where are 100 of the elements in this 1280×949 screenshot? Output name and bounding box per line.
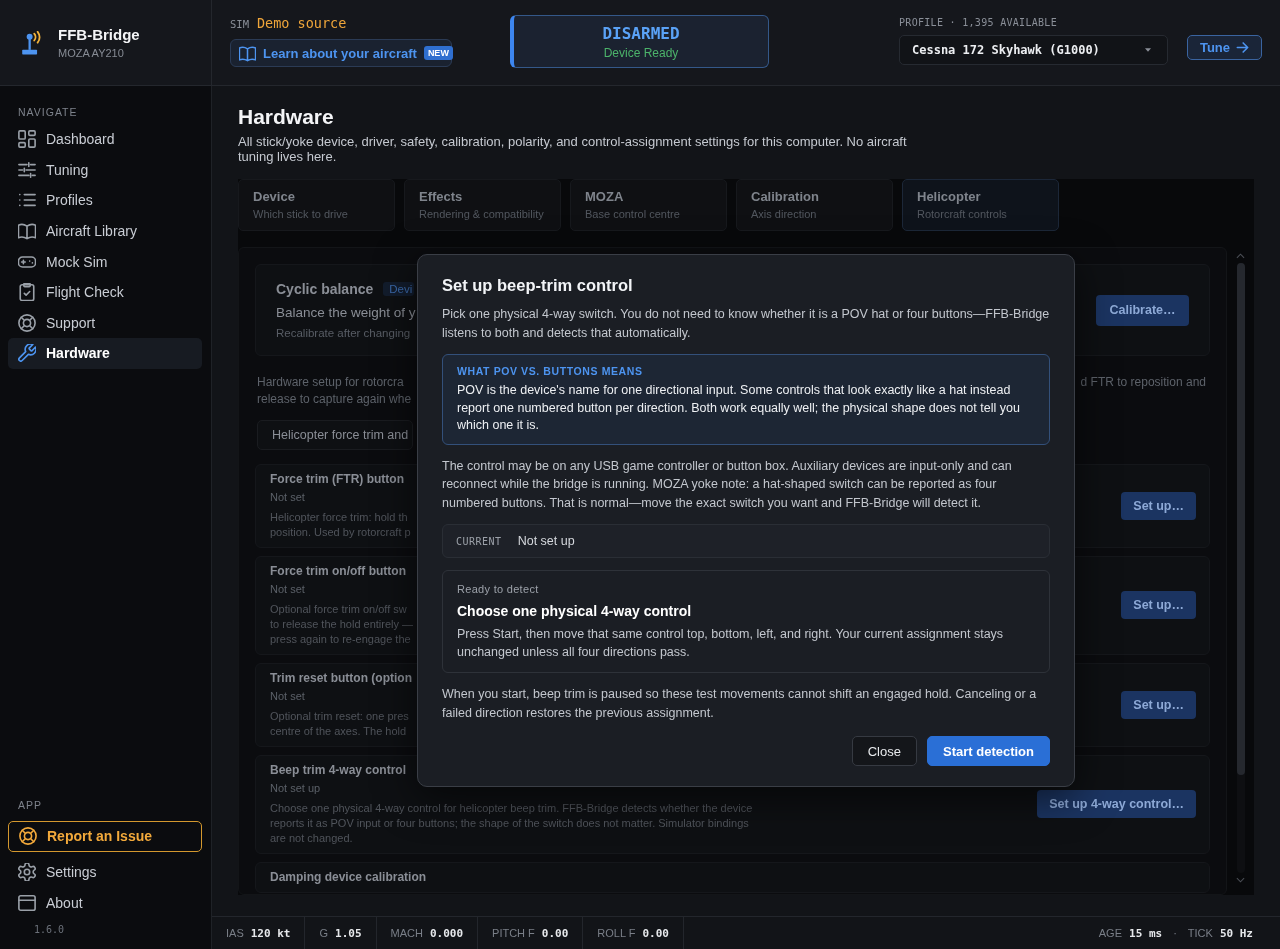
telemetry-label: ROLL F — [597, 927, 636, 939]
nav-item[interactable]: Hardware — [8, 338, 202, 369]
telemetry-label: G — [319, 927, 329, 939]
sim-source: Demo source — [256, 15, 347, 31]
scroll-down-icon[interactable] — [1236, 877, 1245, 883]
app-name: FFB-Bridge — [58, 25, 140, 43]
current-value: Not set up — [517, 534, 575, 548]
detect-status: Ready to detect — [457, 582, 539, 596]
page-description: All stick/yoke device, driver, safety, calibration, polarity, and control-assignment settings for this computer. No aircraft tuning lives here. — [238, 134, 908, 164]
telemetry-value: 0.00 — [642, 926, 669, 940]
current-label: CURRENT — [456, 535, 502, 547]
settings-icon — [18, 863, 36, 882]
nav-item[interactable]: Mock Sim — [8, 246, 202, 277]
device-name: MOZA AY210 — [58, 46, 124, 60]
dialog-text: The control may be on any USB game controller or button box. Auxiliary devices are input-only and can reconnect while the bridge is running. MOZA yoke note: a hat-shaped switch can be reported as four numbered buttons. That is normal—move the exact switch you want and FFB-Bridge will detect it. — [442, 457, 1013, 512]
card-tag: Devi — [383, 282, 415, 296]
tab[interactable]: Device Which stick to drive — [238, 179, 395, 231]
setting-title: Damping device calibration — [270, 869, 427, 885]
setting-status: Not set up — [270, 781, 321, 795]
intro-text: Hardware setup for rotorcra release to capture again whe — [257, 374, 412, 408]
setting-status: Not set — [270, 689, 305, 703]
arm-state: DISARMED — [602, 23, 680, 43]
tab[interactable]: MOZA Base control centre — [570, 179, 727, 231]
sliders-icon — [18, 160, 36, 179]
book-icon — [18, 222, 36, 241]
setup-button[interactable]: Set up 4-way control… — [1037, 790, 1196, 818]
scrollbar-thumb[interactable] — [1236, 263, 1245, 776]
nav-item[interactable]: Tuning — [8, 154, 202, 186]
book-icon — [239, 44, 256, 62]
telemetry-value: 15 ms — [1129, 926, 1163, 940]
telemetry-value: 0.000 — [429, 926, 464, 940]
nav-item[interactable]: Support — [8, 307, 202, 339]
nav-item[interactable]: Flight Check — [8, 276, 202, 308]
start-detection-button[interactable]: Start detection — [927, 736, 1050, 766]
caret-down-icon — [1145, 48, 1151, 52]
setting-title: Force trim on/off button — [270, 563, 406, 579]
calibrate-button[interactable]: Calibrate… — [1096, 294, 1189, 326]
telemetry-value: 1.05 — [335, 926, 362, 940]
new-badge: NEW — [423, 46, 453, 60]
setup-button[interactable]: Set up… — [1121, 491, 1196, 520]
dialog-title: Set up beep-trim control — [442, 275, 634, 295]
joystick-icon — [22, 30, 43, 55]
telemetry-label: IAS — [226, 927, 244, 939]
lifebuoy-icon — [18, 313, 36, 332]
arm-detail: Device Ready — [603, 45, 679, 60]
card-note: Recalibrate after changing — [276, 326, 411, 340]
scroll-up-icon[interactable] — [1236, 253, 1245, 259]
lifebuoy-icon — [19, 827, 37, 846]
tab[interactable]: Effects Rendering & compatibility — [404, 179, 561, 231]
telemetry-label: AGE — [1098, 927, 1122, 939]
section-toggle[interactable]: Helicopter force trim and — [257, 420, 414, 450]
setup-button[interactable]: Set up… — [1121, 591, 1196, 619]
sim-label: SIM — [230, 18, 249, 30]
setting-status: Not set — [270, 582, 305, 596]
arrow-right-icon — [1236, 41, 1250, 54]
dialog-text: When you start, beep trim is paused so these test movements cannot shift an engaged hold. Canceling or a failed direction restores the previous assignment. — [442, 686, 1038, 722]
setup-button[interactable]: Set up… — [1121, 690, 1196, 719]
learn-link[interactable]: Learn about your aircraft NEW — [230, 39, 452, 67]
telemetry-value: 0.00 — [541, 926, 569, 940]
intro-text: d FTR to reposition and — [1080, 374, 1206, 391]
telemetry-value: 120 kt — [250, 926, 291, 940]
tab[interactable]: Calibration Axis direction — [736, 179, 893, 231]
wrench-icon — [18, 344, 36, 363]
setting-description: Optional force trim on/off sw to release the hold entirely — press again to re-engage the — [270, 602, 414, 647]
setting-title: Trim reset button (option — [270, 670, 412, 686]
setting-title: Force trim (FTR) button — [270, 471, 404, 487]
nav-item[interactable]: Settings — [8, 856, 202, 888]
detect-text: Press Start, then move that same control top, bottom, left, and right. Your current assignment stays unchanged unless all four directions pass. — [457, 626, 1005, 661]
separator-text: · — [1173, 927, 1177, 939]
callout-text: POV is the device's name for one directional input. Some controls that look exactly like a hat instead report one numbered button per direction. Both work equally well; the physical shape does not tell you which one it is. — [457, 382, 1021, 434]
telemetry-label: TICK — [1187, 927, 1213, 939]
nav-item[interactable]: Dashboard — [8, 124, 202, 155]
report-issue-button[interactable]: Report an Issue — [8, 820, 202, 852]
setting-status: Not set — [270, 490, 305, 504]
detect-title: Choose one physical 4-way control — [457, 602, 692, 620]
dialog-text: Pick one physical 4-way switch. You do not need to know whether it is a POV hat or four buttons—FFB-Bridge listens to both and detects that automatically. — [442, 306, 1050, 342]
section-heading: NAVIGATE — [18, 105, 78, 119]
setting-title: Beep trim 4-way control — [270, 762, 407, 778]
card-title: Cyclic balance — [276, 281, 374, 297]
window-icon — [18, 893, 36, 912]
grid-icon — [18, 130, 36, 149]
tune-button[interactable]: Tune — [1187, 35, 1262, 60]
tab[interactable]: Helicopter Rotorcraft controls — [902, 179, 1059, 231]
profile-label: PROFILE · 1,395 AVAILABLE — [899, 16, 1057, 29]
scrollbar-track[interactable] — [1236, 263, 1245, 873]
nav-item[interactable]: About — [8, 887, 202, 918]
clipboard-check-icon — [18, 283, 36, 302]
nav-item[interactable]: Profiles — [8, 185, 202, 216]
card-heading: Balance the weight of y — [276, 304, 416, 322]
section-heading: APP — [18, 797, 42, 812]
profile-dropdown[interactable]: Cessna 172 Skyhawk (G1000) — [899, 35, 1168, 65]
callout-heading: WHAT POV VS. BUTTONS MEANS — [457, 364, 643, 378]
telemetry-label: PITCH F — [492, 927, 535, 939]
version-number: 1.6.0 — [34, 923, 65, 937]
close-button[interactable]: Close — [851, 736, 917, 766]
telemetry-label: MACH — [390, 927, 423, 939]
telemetry-value: 50 Hz — [1219, 926, 1253, 940]
nav-item[interactable]: Aircraft Library — [8, 215, 202, 247]
page-title: Hardware — [238, 104, 334, 130]
setting-description: Optional trim reset: one pres centre of the axes. The hold — [270, 709, 409, 739]
